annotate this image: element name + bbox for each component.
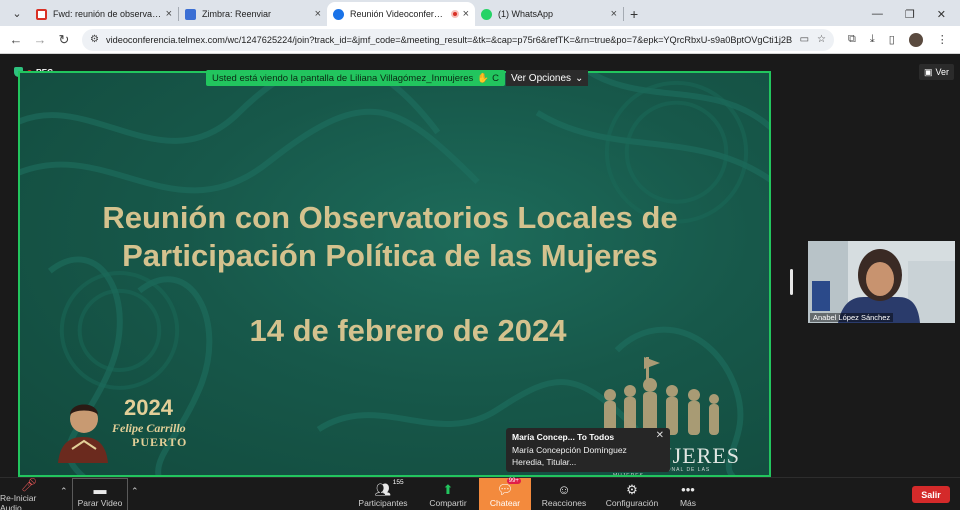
- recording-icon: [450, 10, 459, 18]
- download-icon[interactable]: ⤓: [870, 33, 875, 46]
- meeting-area: REC Reunión con Observatorios Local: [0, 55, 960, 477]
- slide-title-line-1: Reunión con Observatorios Locales de: [102, 200, 678, 235]
- share-label: Compartir: [429, 497, 467, 508]
- participant-video: [808, 241, 955, 323]
- browser-tab-strip: ⌄ Fwd: reunión de observatorio × Zimbra:…: [0, 0, 960, 26]
- share-button[interactable]: ⬆ Compartir: [422, 478, 474, 510]
- participant-video-thumbnail[interactable]: Anabel López Sánchez: [808, 241, 955, 323]
- video-button[interactable]: ▬ Parar Video: [72, 478, 128, 510]
- chat-bubble-icon: 💬︎ 99+: [496, 477, 521, 497]
- chat-message-line-2: Heredia, Titular...: [512, 457, 577, 467]
- chevron-down-icon: ⌄: [575, 72, 584, 84]
- more-dots-icon: •••: [681, 482, 695, 497]
- tab-title: Reunión Videoconferencia: [350, 9, 448, 19]
- more-button[interactable]: ••• Más: [670, 478, 706, 510]
- address-bar[interactable]: ⚙ videoconferencia.telmex.com/wc/1247625…: [82, 28, 834, 51]
- whatsapp-icon: [481, 8, 492, 20]
- browser-tab-whatsapp[interactable]: (1) WhatsApp ×: [475, 2, 623, 26]
- audio-options-chevron-icon[interactable]: ⌃: [60, 486, 68, 497]
- layout-icon: ▣: [924, 66, 933, 77]
- participant-name: Anabel López Sánchez: [810, 313, 894, 322]
- browser-menu-icon[interactable]: ⋮: [937, 33, 948, 46]
- close-window-icon[interactable]: ✕: [937, 8, 946, 21]
- refresh-small-icon: C: [492, 72, 499, 84]
- tab-title: (1) WhatsApp: [498, 9, 554, 19]
- hand-icon: ✋: [477, 72, 490, 84]
- restore-icon[interactable]: ❐: [905, 8, 915, 21]
- share-banner-text: Usted está viendo la pantalla de Liliana…: [212, 72, 474, 84]
- forward-icon[interactable]: →: [28, 32, 52, 47]
- browser-toolbar: ← → ↻ ⚙ videoconferencia.telmex.com/wc/1…: [0, 26, 960, 54]
- slide-title: Reunión con Observatorios Locales de Par…: [20, 199, 760, 275]
- logo-name: Felipe Carrillo: [112, 421, 186, 435]
- view-options-button[interactable]: Ver Opciones ⌄: [506, 70, 589, 86]
- close-tab-icon[interactable]: ×: [166, 8, 172, 20]
- browser-tab-videoconference[interactable]: Reunión Videoconferencia ×: [327, 2, 475, 26]
- video-camera-icon: ▬: [93, 482, 107, 497]
- new-tab-button[interactable]: +: [630, 6, 638, 22]
- chat-button[interactable]: 💬︎ 99+ Chatear: [479, 477, 531, 510]
- minimize-icon[interactable]: —: [872, 8, 883, 20]
- tab-title: Fwd: reunión de observatorio: [53, 9, 162, 19]
- microphone-muted-icon: 🎤︎: [20, 476, 38, 492]
- logo-puerto: PUERTO: [132, 435, 188, 449]
- profile-avatar[interactable]: [908, 32, 923, 47]
- participants-count: 155: [392, 478, 404, 486]
- reactions-button[interactable]: ☺ Reacciones: [538, 478, 590, 510]
- close-icon[interactable]: ✕: [656, 430, 664, 441]
- share-screen-icon: ⬆: [442, 481, 454, 497]
- camera-in-use-icon[interactable]: ▭: [800, 34, 809, 45]
- settings-label: Configuración: [605, 497, 659, 508]
- audio-label: Re-Iniciar Audio: [0, 492, 37, 510]
- chat-unread-badge: 99+: [506, 477, 521, 484]
- view-options-label: Ver Opciones: [511, 72, 572, 84]
- extensions-icon[interactable]: ⧉: [848, 33, 856, 46]
- telmex-icon: [333, 8, 344, 20]
- reactions-label: Reacciones: [541, 497, 587, 508]
- felipe-carrillo-puerto-logo: 2024 Felipe Carrillo PUERTO: [54, 393, 214, 475]
- shared-screen: Reunión con Observatorios Locales de Par…: [18, 71, 771, 477]
- window-controls: — ❐ ✕: [872, 2, 960, 26]
- screen-share-banner: Usted está viendo la pantalla de Liliana…: [206, 70, 505, 86]
- browser-tab-zimbra[interactable]: Zimbra: Reenviar ×: [179, 2, 327, 26]
- reactions-icon: ☺: [557, 482, 571, 497]
- tab-title: Zimbra: Reenviar: [202, 9, 272, 19]
- participants-icon: 👥︎ 155: [374, 478, 404, 497]
- view-layout-label: Ver: [935, 67, 950, 77]
- leave-button[interactable]: Salir: [912, 486, 950, 503]
- view-layout-button[interactable]: ▣ Ver: [919, 64, 955, 80]
- participants-label: Participantes: [358, 497, 408, 508]
- chat-label: Chatear: [489, 497, 521, 508]
- side-panel-icon[interactable]: ▯: [889, 33, 895, 46]
- zimbra-icon: [185, 8, 196, 20]
- video-label: Parar Video: [77, 497, 123, 508]
- tab-search-icon[interactable]: ⌄: [6, 2, 28, 24]
- participants-button[interactable]: 👥︎ 155 Participantes: [356, 478, 410, 510]
- settings-button[interactable]: ⚙ Configuración: [604, 478, 660, 510]
- gmail-icon: [36, 8, 47, 20]
- reload-icon[interactable]: ↻: [52, 32, 76, 48]
- more-label: Más: [679, 497, 697, 508]
- panel-resize-handle[interactable]: [790, 269, 793, 295]
- slide-title-line-2: Participación Política de las Mujeres: [122, 238, 658, 273]
- browser-tab-gmail[interactable]: Fwd: reunión de observatorio ×: [30, 2, 178, 26]
- close-tab-icon[interactable]: ×: [315, 8, 321, 20]
- gear-icon: ⚙: [626, 481, 638, 497]
- back-icon[interactable]: ←: [4, 32, 28, 47]
- close-tab-icon[interactable]: ×: [463, 8, 469, 20]
- portrait-icon: [58, 404, 108, 463]
- chat-message-line-1: María Concepción Domínguez: [512, 445, 627, 455]
- tab-separator: [623, 7, 624, 21]
- chat-notification[interactable]: María Concep... To Todos María Concepció…: [506, 428, 670, 472]
- close-tab-icon[interactable]: ×: [611, 8, 617, 20]
- url-text: videoconferencia.telmex.com/wc/124762522…: [105, 34, 792, 45]
- meeting-toolbar: 🎤︎ Re-Iniciar Audio ⌃ ▬ Parar Video ⌃ 👥︎…: [0, 477, 960, 510]
- chat-sender: María Concep... To Todos: [512, 432, 615, 442]
- audio-button[interactable]: 🎤︎ Re-Iniciar Audio: [0, 476, 58, 510]
- bookmark-star-icon[interactable]: ☆: [817, 34, 826, 45]
- slide-date: 14 de febrero de 2024: [249, 313, 567, 348]
- video-options-chevron-icon[interactable]: ⌃: [131, 486, 139, 497]
- logo-year: 2024: [124, 395, 173, 420]
- site-info-icon[interactable]: ⚙: [90, 34, 99, 45]
